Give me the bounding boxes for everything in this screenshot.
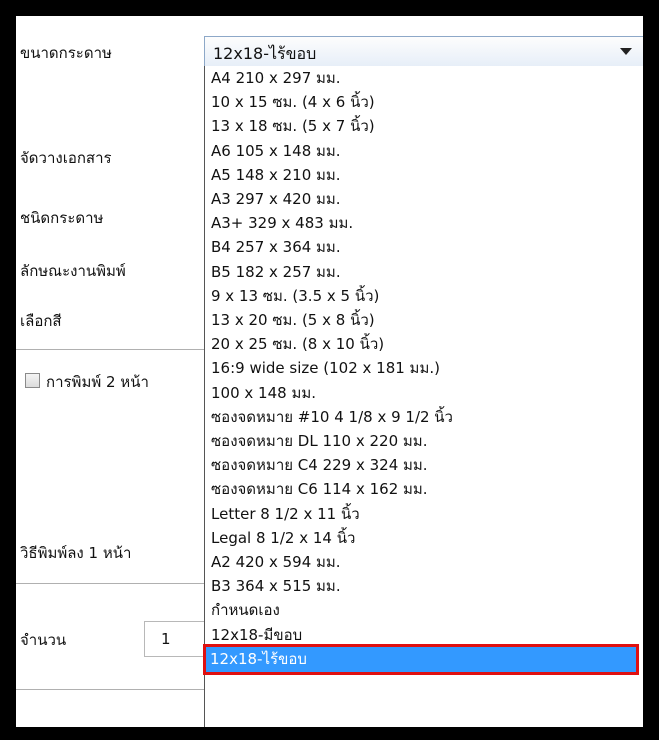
dropdown-option[interactable]: Legal 8 1/2 x 14 นิ้ว — [211, 528, 355, 549]
dropdown-option[interactable]: ซองจดหมาย DL 110 x 220 มม. — [211, 431, 427, 452]
dropdown-option[interactable]: 10 x 15 ซม. (4 x 6 นิ้ว) — [211, 92, 375, 113]
copies-label: จำนวน — [20, 631, 67, 649]
dropdown-option[interactable]: B5 182 x 257 มม. — [211, 262, 341, 283]
divider — [16, 689, 208, 690]
divider — [16, 349, 208, 350]
dropdown-option[interactable]: A3 297 x 420 มม. — [211, 189, 341, 210]
screenshot-frame: ขนาดกระดาษ จัดวางเอกสาร ชนิดกระดาษ ลักษณ… — [0, 0, 659, 740]
dropdown-option[interactable]: 13 x 20 ซม. (5 x 8 นิ้ว) — [211, 310, 375, 331]
paper-size-dropdown-list: A4 210 x 297 มม. 10 x 15 ซม. (4 x 6 นิ้ว)… — [204, 66, 643, 727]
dropdown-option[interactable]: กำหนดเอง — [211, 600, 280, 621]
paper-size-label: ขนาดกระดาษ — [20, 44, 112, 62]
duplex-label: การพิมพ์ 2 หน้า — [46, 373, 149, 391]
dropdown-option[interactable]: A4 210 x 297 มม. — [211, 68, 341, 89]
paper-size-selected: 12x18-ไร้ขอบ — [213, 44, 317, 63]
dropdown-option[interactable]: ซองจดหมาย #10 4 1/8 x 9 1/2 นิ้ว — [211, 407, 453, 428]
paper-size-combobox[interactable]: 12x18-ไร้ขอบ — [204, 36, 643, 68]
dropdown-option[interactable]: 9 x 13 ซม. (3.5 x 5 นิ้ว) — [211, 286, 379, 307]
dropdown-option[interactable]: ซองจดหมาย C6 114 x 162 มม. — [211, 479, 428, 500]
divider — [16, 583, 208, 584]
dropdown-option-selected[interactable]: 12x18-ไร้ขอบ — [206, 646, 636, 672]
dropdown-option[interactable]: Letter 8 1/2 x 11 นิ้ว — [211, 504, 360, 525]
dropdown-option[interactable]: 12x18-มีขอบ — [211, 625, 302, 646]
duplex-checkbox[interactable] — [25, 373, 40, 388]
dropdown-option[interactable]: B4 257 x 364 มม. — [211, 237, 341, 258]
print-quality-label: ลักษณะงานพิมพ์ — [20, 262, 126, 280]
dropdown-option[interactable]: B3 364 x 515 มม. — [211, 576, 341, 597]
dropdown-option[interactable]: A6 105 x 148 มม. — [211, 141, 341, 162]
dropdown-arrow-icon[interactable] — [620, 48, 632, 55]
print-settings-panel: ขนาดกระดาษ จัดวางเอกสาร ชนิดกระดาษ ลักษณ… — [16, 16, 643, 727]
dropdown-option[interactable]: 20 x 25 ซม. (8 x 10 นิ้ว) — [211, 334, 384, 355]
copies-value: 1 — [161, 630, 171, 648]
dropdown-option[interactable]: 16:9 wide size (102 x 181 มม.) — [211, 358, 440, 379]
paper-type-label: ชนิดกระดาษ — [20, 209, 104, 227]
dropdown-option[interactable]: 100 x 148 มม. — [211, 383, 316, 404]
color-label: เลือกสี — [20, 312, 62, 330]
dropdown-option[interactable]: 13 x 18 ซม. (5 x 7 นิ้ว) — [211, 116, 375, 137]
dropdown-option[interactable]: A5 148 x 210 มม. — [211, 165, 341, 186]
copies-input[interactable]: 1 — [144, 621, 205, 657]
dropdown-option[interactable]: ซองจดหมาย C4 229 x 324 มม. — [211, 455, 428, 476]
dropdown-option[interactable]: A2 420 x 594 มม. — [211, 552, 341, 573]
orientation-label: จัดวางเอกสาร — [20, 149, 112, 167]
dropdown-option[interactable]: A3+ 329 x 483 มม. — [211, 213, 353, 234]
pages-per-sheet-label: วิธีพิมพ์ลง 1 หน้า — [20, 544, 132, 562]
